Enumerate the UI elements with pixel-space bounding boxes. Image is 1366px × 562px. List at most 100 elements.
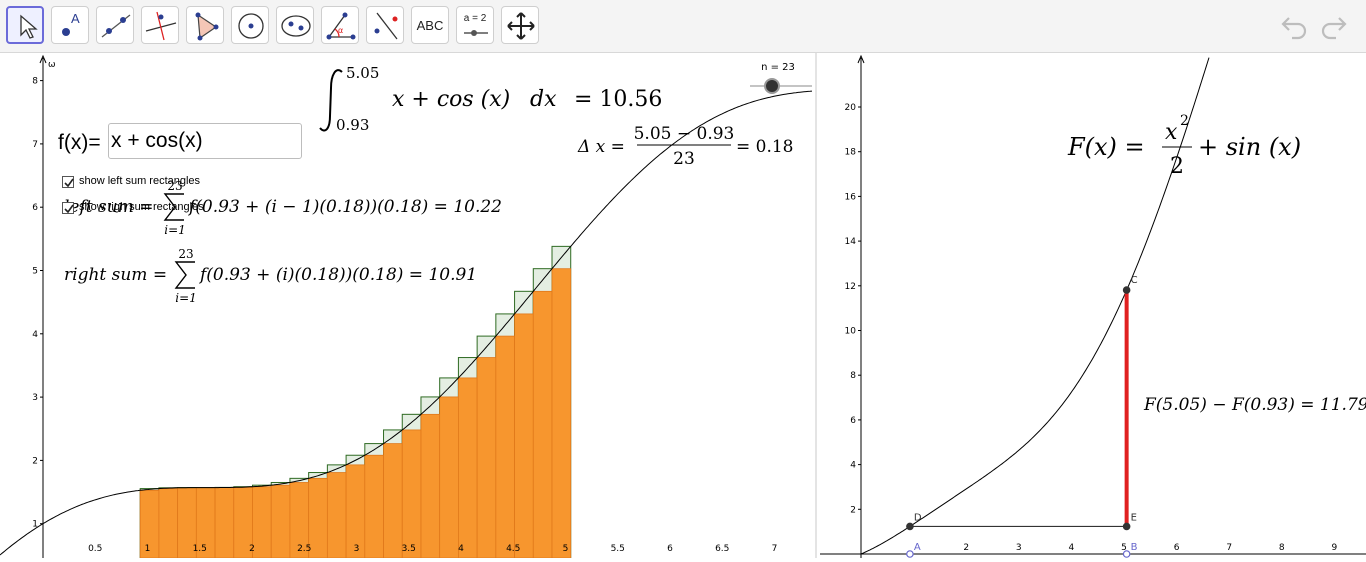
integral-upper-bound: 5.05 xyxy=(346,64,379,82)
line-through-points-icon xyxy=(101,14,131,38)
tool-text[interactable]: ABC xyxy=(411,6,449,44)
point-label: C xyxy=(1131,275,1138,286)
x-tick-label: 5.5 xyxy=(611,544,625,554)
checkmark-icon xyxy=(64,204,74,214)
tool-reflect[interactable] xyxy=(366,6,404,44)
x-tick-label: 5 xyxy=(563,544,569,554)
polygon-icon xyxy=(195,12,219,41)
tool-perpendicular-line[interactable] xyxy=(141,6,179,44)
reflect-about-line-icon xyxy=(374,12,398,40)
graphics-view-2[interactable]: 2 3 4 5 6 7 8 92468101214161820 A BCD E F(x) =x 22… xyxy=(820,54,1366,558)
graphics-views: ω 0.5 1 1.5 2 2.5 3 3.5 4 4.5 5 5.5 6 6.5 7 1 2 3 4 5 6 7 8 n … xyxy=(0,53,1366,559)
y-tick-label: 12 xyxy=(845,282,856,292)
point-E[interactable] xyxy=(1122,522,1131,531)
integral-result: = 10.56 xyxy=(574,87,662,112)
function-input[interactable] xyxy=(108,123,302,159)
perpendicular-line-icon xyxy=(145,11,177,41)
checkbox-box[interactable] xyxy=(62,202,74,214)
tool-label: ABC xyxy=(416,18,444,33)
sum-upper-limit: 23 xyxy=(178,247,193,261)
tool-circle[interactable] xyxy=(231,6,269,44)
x-tick-label: 9 xyxy=(1332,543,1338,553)
y-tick-label: 2 xyxy=(850,505,856,515)
x-tick-label: 6 xyxy=(667,544,673,554)
tool-angle[interactable]: α xyxy=(321,6,359,44)
point-label: D xyxy=(914,512,922,523)
undo-icon xyxy=(1281,17,1307,40)
checkbox-label: show left sum rectangles xyxy=(79,175,201,187)
formula-exponent: 2 xyxy=(1180,113,1189,129)
y-tick-label: 5 xyxy=(32,267,38,277)
point-B[interactable] xyxy=(1122,550,1131,558)
left-sum-rectangle xyxy=(458,377,478,559)
tool-move[interactable] xyxy=(6,6,44,44)
y-tick-label: 3 xyxy=(32,393,38,403)
formula-lhs: F(x) = xyxy=(1067,133,1145,161)
toolbar: Aα ABC a = 2 xyxy=(0,0,1366,53)
formula-denominator: 2 xyxy=(1170,154,1184,179)
ellipse-icon xyxy=(281,15,311,37)
left-sum-rectangle xyxy=(420,413,441,559)
difference-text[interactable]: F(5.05) − F(0.93) = 11.79 xyxy=(1143,395,1366,415)
circle-center-point-icon xyxy=(238,13,264,39)
x-tick-label: 7 xyxy=(1226,543,1232,553)
delta-x-result: = 0.18 xyxy=(736,137,794,157)
integrand: x + cos (x) xyxy=(392,87,510,112)
tool-ellipse[interactable] xyxy=(276,6,314,44)
sum-lower-limit: i=1 xyxy=(164,223,186,237)
delta-x-text[interactable]: Δ x = 5.05 − 0.93 23 = 0.18 xyxy=(577,124,794,169)
left-sum-rectangle xyxy=(308,477,328,559)
tool-point[interactable]: A xyxy=(51,6,89,44)
sum-lhs: right sum = xyxy=(64,265,167,285)
tool-label: a = 2 xyxy=(463,13,487,24)
tool-polygon[interactable] xyxy=(186,6,224,44)
point-D[interactable] xyxy=(906,522,914,531)
x-tick-label: 2 xyxy=(963,543,969,553)
undo-button[interactable] xyxy=(1280,12,1310,40)
formula-numerator: x xyxy=(1165,120,1178,145)
left-sum-rectangle xyxy=(326,472,347,559)
right-sum-text[interactable]: right sum = 23 i=1f(0.93 + (i)(0.18))(0.18… xyxy=(64,247,477,305)
point-label: B xyxy=(1131,542,1138,553)
x-tick-label: 4.5 xyxy=(506,544,520,554)
x-tick-label: 2 xyxy=(249,544,255,554)
redo-button[interactable] xyxy=(1318,12,1348,40)
y-tick-label: 1 xyxy=(32,520,38,530)
checkbox-box[interactable] xyxy=(62,176,74,188)
tool-slider[interactable]: a = 2 xyxy=(456,6,494,44)
integral-text[interactable]: 5.05 0.93 x + cos (x) dx = 10.56 xyxy=(319,64,662,134)
function-curve-F[interactable] xyxy=(860,57,1210,555)
x-tick-label: 3 xyxy=(1016,543,1022,553)
y-tick-label: 18 xyxy=(845,148,857,158)
point-label: A xyxy=(914,542,921,553)
x-tick-label: 1 xyxy=(145,544,151,554)
x-tick-label: 0.5 xyxy=(88,544,102,554)
y-tick-label: 8 xyxy=(850,371,856,381)
antiderivative-formula[interactable]: F(x) =x 22+ sin (x) xyxy=(1067,113,1301,179)
sum-expression: f(0.93 + (i)(0.18))(0.18) = 10.91 xyxy=(198,265,477,285)
x-tick-label: 3 xyxy=(354,544,360,554)
left-sum-rectangle xyxy=(532,290,553,559)
x-tick-label: 7 xyxy=(772,544,778,554)
slider-label: n = 23 xyxy=(761,62,795,73)
slider-knob[interactable] xyxy=(764,78,780,94)
left-sum-rectangle xyxy=(495,335,515,559)
left-sum-rectangle xyxy=(476,357,497,559)
redo-icon xyxy=(1321,17,1347,40)
y-tick-label: 10 xyxy=(845,327,857,337)
tool-line[interactable] xyxy=(96,6,134,44)
function-input-label: f(x)= xyxy=(58,131,101,154)
delta-x-numerator: 5.05 − 0.93 xyxy=(634,124,735,144)
slider-n[interactable]: n = 23 xyxy=(750,62,812,94)
angle-icon: α xyxy=(326,12,356,40)
checkmark-icon xyxy=(64,178,74,188)
x-tick-label: 2.5 xyxy=(297,544,311,554)
point-A[interactable] xyxy=(906,550,914,558)
tool-move-graphics-view[interactable] xyxy=(501,6,539,44)
move-arrows-icon xyxy=(507,12,535,40)
x-tick-label: 6 xyxy=(1174,543,1180,553)
y-tick-label: 6 xyxy=(850,416,856,426)
checkbox-label: show righ sum rectangles xyxy=(79,201,204,213)
point-C[interactable] xyxy=(1122,286,1131,294)
sum-expression: f(0.93 + (i − 1)(0.18))(0.18) = 10.22 xyxy=(187,197,502,217)
